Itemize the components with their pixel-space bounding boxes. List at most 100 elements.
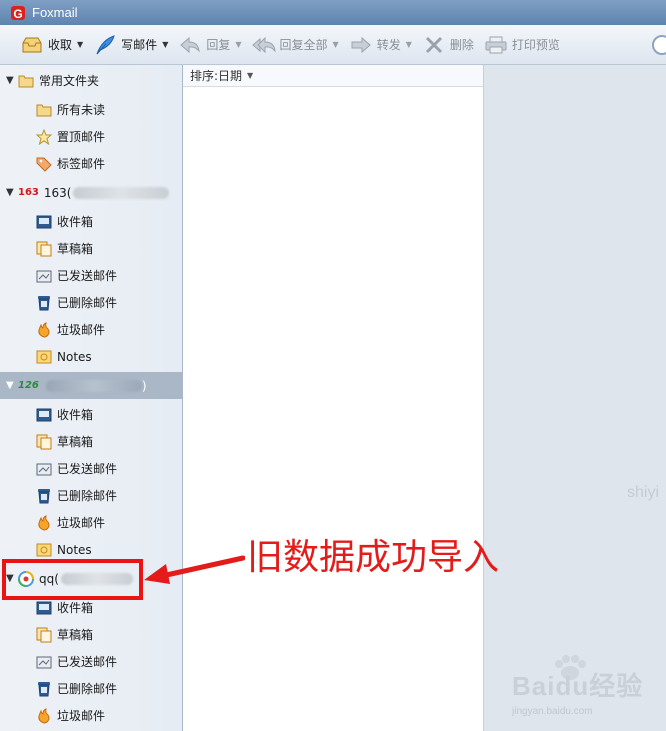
folder-label: 已发送邮件 [57,462,118,476]
folder-drafts[interactable]: 草稿箱 [0,428,182,455]
fire-icon [36,707,52,724]
highlight-box [2,559,143,600]
blurred-email-address [73,186,170,199]
folder-label: Notes [57,349,92,364]
toolbar: 收取 ▼ 写邮件 ▼ 回复 ▼ 回复全部 ▼ 转发 ▼ 删除 打印预览 [0,25,666,65]
forward-button[interactable]: 转发 ▼ [347,30,417,60]
reply-label: 回复 [206,38,231,52]
message-list[interactable]: 排序:日期 ▼ [183,65,484,731]
folder-notes[interactable]: Notes [0,343,182,370]
folder-deleted[interactable]: 已删除邮件 [0,289,182,316]
group-common-folders[interactable]: ▼ 常用文件夹 [0,67,182,94]
chevron-down-icon[interactable]: ▼ [162,40,168,49]
inbox-icon [36,600,52,616]
folder-sent[interactable]: 已发送邮件 [0,648,182,675]
sort-dropdown[interactable]: 排序:日期 ▼ [183,65,483,87]
folder-label: 已发送邮件 [57,269,118,283]
feather-pen-icon [93,33,117,57]
svg-text:G: G [13,7,22,21]
annotation-text: 旧数据成功导入 [247,537,500,578]
foxmail-logo-icon: G [11,5,25,21]
account-label: ) [141,378,147,393]
folder-deleted[interactable]: 已删除邮件 [0,675,182,702]
folder-sent[interactable]: 已发送邮件 [0,455,182,482]
reply-arrow-icon [178,33,202,57]
delete-x-icon [422,33,446,57]
fire-icon [36,321,52,338]
folder-label: 收件箱 [57,408,94,422]
trash-icon [36,488,52,504]
folder-pinned[interactable]: 置顶邮件 [0,123,182,150]
account-label: 163( [43,185,72,200]
printer-icon [484,33,508,57]
folder-label: 草稿箱 [57,628,94,642]
watermark-site: shiyi [627,484,660,501]
delete-button[interactable]: 删除 [420,30,479,60]
folder-label: Notes [57,542,92,557]
title-bar: G Foxmail [0,0,666,25]
compose-button[interactable]: 写邮件 ▼ [91,30,173,60]
folder-junk[interactable]: 垃圾邮件 [0,509,182,536]
folder-inbox[interactable]: 收件箱 [0,401,182,428]
notes-icon [36,542,52,558]
reply-all-button[interactable]: 回复全部 ▼ [250,30,344,60]
folder-junk[interactable]: 垃圾邮件 [0,702,182,729]
126-logo-icon: 126 [18,380,39,391]
forward-label: 转发 [376,38,401,52]
notes-icon [36,349,52,365]
folder-drafts[interactable]: 草稿箱 [0,235,182,262]
search-icon[interactable] [652,35,666,55]
reply-button[interactable]: 回复 ▼ [176,30,246,60]
sort-label: 排序:日期 [190,69,243,83]
trash-icon [36,295,52,311]
folder-label: 所有未读 [57,103,106,117]
fire-icon [36,514,52,531]
star-icon [36,128,52,145]
print-preview-button[interactable]: 打印预览 [482,30,565,60]
folder-label: 已删除邮件 [57,682,118,696]
chevron-down-icon[interactable]: ▼ [235,40,241,49]
163-logo-icon: 163 [18,187,39,198]
compose-label: 写邮件 [121,38,158,52]
sent-icon [36,268,52,284]
chevron-down-icon[interactable]: ▼ [406,40,412,49]
group-label: 常用文件夹 [39,74,100,88]
drafts-icon [36,434,52,450]
folder-sidebar: ▼ 常用文件夹 所有未读 置顶邮件 标签邮件 ▼ 163 163( 收件箱 草稿… [0,65,183,731]
chevron-down-icon[interactable]: ▼ [77,40,83,49]
receive-label: 收取 [48,38,73,52]
folder-tagged[interactable]: 标签邮件 [0,150,182,177]
trash-icon [36,681,52,697]
inbox-tray-icon [20,33,44,57]
folder-label: 草稿箱 [57,242,94,256]
account-163[interactable]: ▼ 163 163( [0,179,182,206]
inbox-icon [36,407,52,423]
watermark-brand: Baidu经验 [512,671,644,701]
delete-label: 删除 [449,38,474,52]
folder-label: 草稿箱 [57,435,94,449]
blurred-email-address [45,379,142,392]
sent-icon [36,461,52,477]
chevron-down-icon[interactable]: ▼ [247,71,253,80]
chevron-down-icon[interactable]: ▼ [333,40,339,49]
folder-drafts[interactable]: 草稿箱 [0,621,182,648]
folder-label: 垃圾邮件 [57,516,106,530]
receive-button[interactable]: 收取 ▼ [18,30,88,60]
drafts-icon [36,241,52,257]
collapse-triangle-icon[interactable]: ▼ [6,75,18,86]
collapse-triangle-icon[interactable]: ▼ [6,187,18,198]
folder-all-unread[interactable]: 所有未读 [0,96,182,123]
folder-inbox[interactable]: 收件箱 [0,208,182,235]
folder-label: 已删除邮件 [57,296,118,310]
folder-icon [18,73,34,89]
folder-label: 垃圾邮件 [57,323,106,337]
folder-junk[interactable]: 垃圾邮件 [0,316,182,343]
reply-all-label: 回复全部 [279,38,328,52]
collapse-triangle-icon[interactable]: ▼ [6,380,18,391]
tag-icon [36,156,52,172]
folder-label: 垃圾邮件 [57,709,106,723]
account-126[interactable]: ▼ 126 ) [0,372,182,399]
folder-label: 已删除邮件 [57,489,118,503]
folder-sent[interactable]: 已发送邮件 [0,262,182,289]
folder-deleted[interactable]: 已删除邮件 [0,482,182,509]
